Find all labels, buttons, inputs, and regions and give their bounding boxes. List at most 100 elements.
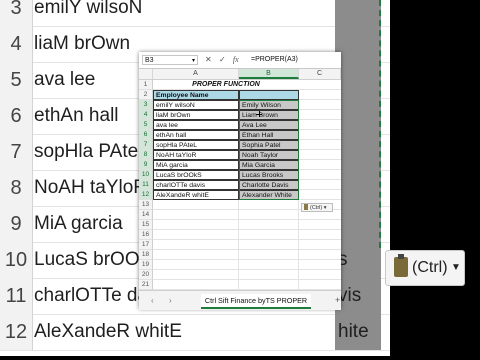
cell[interactable]	[239, 210, 299, 220]
cell[interactable]	[299, 250, 341, 260]
cell-original-name[interactable]: liaM brOwn	[153, 110, 239, 120]
column-header-a[interactable]: A	[153, 69, 239, 79]
table-row: 8 NoAH taYloR Noah Taylor	[139, 150, 341, 160]
row-header[interactable]: 3	[139, 100, 153, 110]
cell[interactable]	[299, 80, 341, 90]
row-header[interactable]: 17	[139, 240, 153, 250]
cell[interactable]	[299, 280, 341, 290]
row-header[interactable]: 11	[139, 180, 153, 190]
row-header[interactable]: 12	[139, 190, 153, 200]
paste-options-button[interactable]: (Ctrl) ▾	[301, 203, 333, 212]
cell-proper-name[interactable]: Noah Taylor	[239, 150, 299, 160]
cell[interactable]	[239, 280, 299, 290]
cell-proper-name[interactable]: Liam Brown	[239, 110, 299, 120]
cell[interactable]	[299, 140, 341, 150]
cell-proper-name[interactable]: Lucas Brooks	[239, 170, 299, 180]
cell[interactable]	[299, 100, 341, 110]
cell-original-name[interactable]: ava lee	[153, 120, 239, 130]
row-header[interactable]: 15	[139, 220, 153, 230]
cancel-icon[interactable]: ✕	[205, 55, 212, 64]
chevron-down-icon[interactable]: ▾	[192, 56, 195, 66]
cell-original-name[interactable]: AleXandeR whitE	[153, 190, 239, 200]
cell[interactable]	[239, 230, 299, 240]
cell[interactable]	[299, 260, 341, 270]
cell-original-name[interactable]: NoAH taYloR	[153, 150, 239, 160]
cell-proper-name[interactable]: Ethan Hall	[239, 130, 299, 140]
tab-next-icon[interactable]: ›	[169, 291, 172, 310]
row-header[interactable]: 13	[139, 200, 153, 210]
cell[interactable]	[239, 200, 299, 210]
insert-function-icon[interactable]: fx	[233, 55, 239, 64]
row-header[interactable]: 1	[139, 80, 153, 90]
tab-active-sheet[interactable]: Ctrl Sift Finance byTS PROPER	[201, 294, 311, 309]
cell[interactable]	[153, 280, 239, 290]
row-header[interactable]: 18	[139, 250, 153, 260]
cell[interactable]	[153, 250, 239, 260]
column-header-c[interactable]: C	[299, 69, 341, 79]
cell-original-name[interactable]: charlOTTe davis	[153, 180, 239, 190]
cell-proper-name[interactable]: Alexander White	[239, 190, 299, 200]
cell[interactable]	[299, 150, 341, 160]
row-header[interactable]: 14	[139, 210, 153, 220]
sheet-title[interactable]: PROPER FUNCTION	[153, 80, 299, 90]
cell[interactable]	[239, 240, 299, 250]
cell-proper-name[interactable]: Ava Lee	[239, 120, 299, 130]
column-header-cell[interactable]: Employee Name	[153, 90, 239, 100]
row-header[interactable]: 16	[139, 230, 153, 240]
add-sheet-icon[interactable]: +	[335, 291, 340, 310]
row-header[interactable]: 9	[139, 160, 153, 170]
cell[interactable]	[299, 110, 341, 120]
cell[interactable]	[299, 270, 341, 280]
table-row: 15	[139, 220, 341, 230]
tab-prev-icon[interactable]: ‹	[151, 291, 154, 310]
row-header[interactable]: 4	[139, 110, 153, 120]
cell[interactable]	[239, 90, 299, 100]
row-header[interactable]: 20	[139, 270, 153, 280]
row-header[interactable]: 19	[139, 260, 153, 270]
cell-proper-name[interactable]: Mia Garcia	[239, 160, 299, 170]
cell[interactable]	[299, 160, 341, 170]
row-header[interactable]: 2	[139, 90, 153, 100]
cell[interactable]	[239, 260, 299, 270]
row-header[interactable]: 6	[139, 130, 153, 140]
cell-original-name[interactable]: ethAn hall	[153, 130, 239, 140]
cell[interactable]	[153, 210, 239, 220]
cell[interactable]	[153, 270, 239, 280]
cell[interactable]	[153, 240, 239, 250]
cell-original-name[interactable]: MiA garcia	[153, 160, 239, 170]
zoomed-cell-b	[335, 170, 381, 206]
cell[interactable]	[239, 270, 299, 280]
column-header-b[interactable]: B	[239, 69, 299, 79]
cell-proper-name[interactable]: Charlotte Davis	[239, 180, 299, 190]
row-header[interactable]: 21	[139, 280, 153, 290]
formula-input[interactable]: =PROPER(A3)	[251, 55, 298, 65]
select-all-corner[interactable]	[139, 69, 153, 79]
cell[interactable]	[299, 230, 341, 240]
cell[interactable]	[299, 120, 341, 130]
cell[interactable]	[239, 220, 299, 230]
cell[interactable]	[299, 170, 341, 180]
row-header[interactable]: 8	[139, 150, 153, 160]
cell-proper-name[interactable]: Sophia Patel	[239, 140, 299, 150]
row-header[interactable]: 5	[139, 120, 153, 130]
cell-original-name[interactable]: emilY wilsoN	[153, 100, 239, 110]
cell-grid[interactable]: 1 PROPER FUNCTION 2 Employee Name 3 emilY…	[139, 80, 341, 300]
cell[interactable]	[239, 250, 299, 260]
cell[interactable]	[299, 240, 341, 250]
cell[interactable]	[299, 190, 341, 200]
cell-proper-name[interactable]: Emily Wilson	[239, 100, 299, 110]
cell[interactable]	[153, 200, 239, 210]
cell[interactable]	[299, 130, 341, 140]
cell[interactable]	[299, 90, 341, 100]
name-box[interactable]: B3 ▾	[142, 55, 198, 65]
enter-icon[interactable]: ✓	[219, 55, 226, 64]
cell[interactable]	[153, 230, 239, 240]
row-header[interactable]: 7	[139, 140, 153, 150]
row-header[interactable]: 10	[139, 170, 153, 180]
cell[interactable]	[299, 180, 341, 190]
cell-original-name[interactable]: sopHla PAteL	[153, 140, 239, 150]
cell[interactable]	[153, 260, 239, 270]
cell[interactable]	[153, 220, 239, 230]
cell-original-name[interactable]: LucaS brOOkS	[153, 170, 239, 180]
cell[interactable]	[299, 220, 341, 230]
